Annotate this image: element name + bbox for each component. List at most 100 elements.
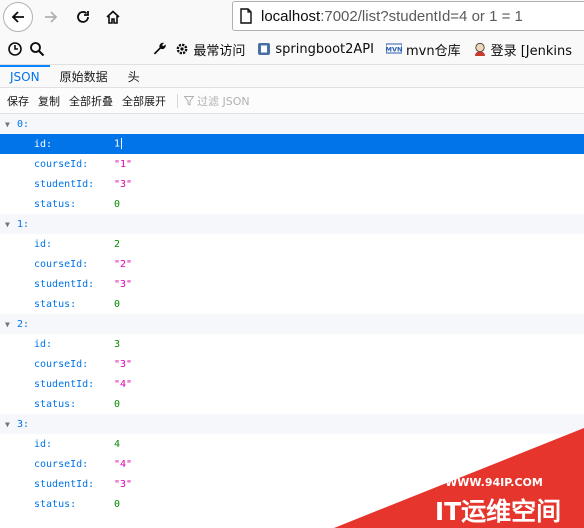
page-info-icon[interactable]	[239, 8, 253, 24]
json-value: "3"	[114, 478, 133, 490]
wrench-icon	[154, 42, 167, 55]
json-key: status:	[34, 498, 77, 510]
navigation-bar: localhost:7002/list?studentId=4 or 1 = 1	[0, 0, 584, 34]
json-field-row[interactable]: status: 0	[0, 394, 584, 414]
back-arrow-icon	[11, 11, 24, 23]
watermark-logo: WWW.94IP.COM IT运维空间	[334, 428, 584, 528]
home-icon	[106, 10, 120, 24]
customize-button[interactable]	[149, 35, 171, 63]
watermark-brand: IT运维空间	[435, 497, 561, 526]
json-field-row[interactable]: courseId: "3"	[0, 354, 584, 374]
forward-button[interactable]	[37, 3, 65, 31]
json-value: 0	[114, 298, 121, 310]
expand-triangle-icon[interactable]: ▼	[5, 320, 10, 329]
json-field-row[interactable]: studentId: "3"	[0, 274, 584, 294]
tab-headers[interactable]: 头	[118, 65, 150, 87]
json-index: 2:	[17, 318, 30, 330]
json-field-row[interactable]: id: 3	[0, 334, 584, 354]
json-key: status:	[34, 298, 77, 310]
filter-placeholder: 过滤 JSON	[197, 94, 250, 108]
json-value: "3"	[114, 278, 133, 290]
bookmark-label: 最常访问	[193, 43, 246, 59]
tab-raw-data[interactable]: 原始数据	[50, 65, 118, 87]
json-value: "2"	[114, 258, 133, 270]
reload-icon	[77, 11, 89, 23]
json-field-row[interactable]: courseId: "2"	[0, 254, 584, 274]
json-field-row[interactable]: status: 0	[0, 294, 584, 314]
clock-icon	[8, 42, 22, 56]
json-key: status:	[34, 398, 77, 410]
bookmark-springboot2api[interactable]: springboot2API	[257, 42, 374, 57]
json-toolbar: 保存 复制 全部折叠 全部展开 过滤 JSON	[0, 88, 584, 114]
expand-triangle-icon[interactable]: ▼	[5, 420, 10, 429]
jenkins-icon	[474, 42, 485, 56]
json-field-row[interactable]: courseId: "1"	[0, 154, 584, 174]
json-key: status:	[34, 198, 77, 210]
text-cursor	[121, 138, 123, 150]
json-key: studentId:	[34, 478, 95, 490]
json-index: 0:	[17, 118, 30, 130]
expand-triangle-icon[interactable]: ▼	[5, 120, 10, 129]
json-group-row[interactable]: ▼ 0:	[0, 114, 584, 134]
json-key: id:	[34, 438, 53, 450]
json-key: courseId:	[34, 158, 89, 170]
tab-json[interactable]: JSON	[0, 65, 50, 87]
json-key: id:	[34, 138, 53, 150]
bookmark-jenkins[interactable]: 登录 [Jenkins	[473, 40, 572, 59]
json-key: id:	[34, 238, 53, 250]
json-value: "1"	[114, 158, 133, 170]
copy-button[interactable]: 复制	[38, 93, 60, 109]
bookmark-label: mvn仓库	[405, 43, 461, 59]
url-text: localhost:7002/list?studentId=4 or 1 = 1	[261, 8, 523, 25]
json-key: id:	[34, 338, 53, 350]
json-index: 1:	[17, 218, 30, 230]
url-path: :7002/list?studentId=4 or 1 = 1	[320, 7, 523, 25]
json-key: studentId:	[34, 178, 95, 190]
json-value: "4"	[114, 458, 133, 470]
expand-all-button[interactable]: 全部展开	[122, 93, 166, 109]
search-icon	[30, 42, 45, 57]
bookmark-label: 登录 [Jenkins	[490, 43, 573, 59]
json-value: 3	[114, 338, 121, 350]
json-value: 0	[114, 398, 121, 410]
home-button[interactable]	[99, 3, 127, 31]
search-button[interactable]	[26, 35, 48, 63]
json-value: 0	[114, 198, 121, 210]
json-value: "3"	[114, 358, 133, 370]
json-group-row[interactable]: ▼ 1:	[0, 214, 584, 234]
json-value: 2	[114, 238, 121, 250]
json-viewer-tabs: JSON 原始数据 头	[0, 64, 584, 88]
json-field-row[interactable]: id: 2	[0, 234, 584, 254]
json-value: 0	[114, 498, 121, 510]
gear-icon	[176, 43, 188, 55]
toolbar-divider	[177, 93, 178, 108]
url-host: localhost	[261, 7, 321, 25]
json-field-row[interactable]: id: 1	[0, 134, 584, 154]
url-bar[interactable]: localhost:7002/list?studentId=4 or 1 = 1	[232, 1, 584, 31]
json-key: courseId:	[34, 258, 89, 270]
bookmark-label: springboot2API	[275, 41, 374, 57]
forward-arrow-icon	[45, 11, 58, 23]
svg-text:MVN: MVN	[386, 46, 402, 54]
json-key: studentId:	[34, 378, 95, 390]
filter-json-input[interactable]: 过滤 JSON	[184, 93, 250, 109]
mvn-icon: MVN	[385, 43, 402, 54]
json-index: 3:	[17, 418, 30, 430]
history-button[interactable]	[4, 35, 26, 63]
expand-triangle-icon[interactable]: ▼	[5, 220, 10, 229]
filter-icon	[184, 95, 194, 106]
json-field-row[interactable]: studentId: "3"	[0, 174, 584, 194]
save-button[interactable]: 保存	[7, 93, 29, 109]
json-key: courseId:	[34, 458, 89, 470]
json-value: 1	[114, 138, 123, 150]
json-field-row[interactable]: studentId: "4"	[0, 374, 584, 394]
back-button[interactable]	[3, 2, 33, 32]
collapse-all-button[interactable]: 全部折叠	[69, 93, 113, 109]
reload-button[interactable]	[69, 3, 97, 31]
json-field-row[interactable]: status: 0	[0, 194, 584, 214]
json-key: courseId:	[34, 358, 89, 370]
json-group-row[interactable]: ▼ 2:	[0, 314, 584, 334]
json-value: "4"	[114, 378, 133, 390]
bookmark-most-visited[interactable]: 最常访问	[175, 40, 245, 59]
bookmark-mvn[interactable]: MVN mvn仓库	[385, 40, 461, 59]
